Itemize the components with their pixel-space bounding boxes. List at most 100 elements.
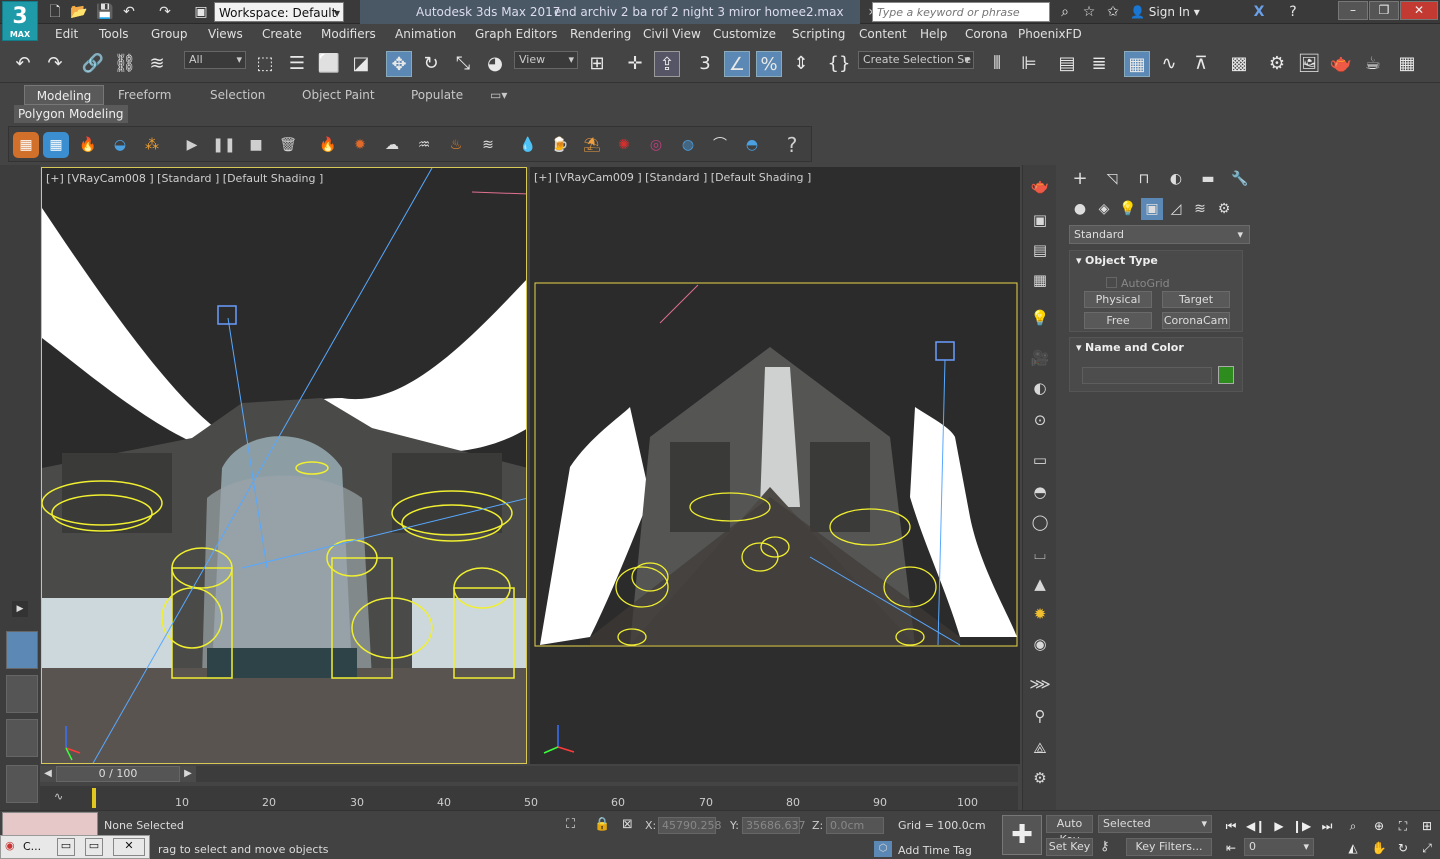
coronacam-button[interactable]: CoronaCam (1162, 312, 1230, 329)
link-icon[interactable]: 🔗 (80, 51, 106, 77)
help-icon[interactable]: ? (779, 132, 805, 158)
viewport-right-label[interactable]: [+] [VRayCam009 ] [Standard ] [Default S… (534, 171, 811, 184)
next-frame-arrow-icon[interactable]: ▶ (180, 766, 196, 782)
absolute-mode-icon[interactable]: ⊠ (622, 817, 633, 832)
menu-create[interactable]: Create (262, 24, 302, 45)
menu-phoenixfd[interactable]: PhoenixFD (1018, 24, 1082, 45)
plane-icon[interactable]: ▭ (1027, 447, 1053, 473)
blood-preset-icon[interactable]: ✺ (611, 132, 637, 158)
ribbon-options-icon[interactable]: ▭▾ (482, 85, 515, 105)
pause-icon[interactable]: ❚❚ (211, 132, 237, 158)
grid-icon[interactable]: ⋙ (1027, 671, 1053, 697)
pan-view-icon[interactable]: ✋ (1370, 839, 1388, 857)
systems-category-icon[interactable]: ⚙ (1213, 198, 1235, 220)
pool-preset-icon[interactable]: ◓ (739, 132, 765, 158)
snaps-toggle-icon[interactable]: 3 (692, 51, 718, 77)
autogrid-checkbox[interactable]: AutoGrid (1106, 277, 1170, 290)
tab-freeform[interactable]: Freeform (110, 85, 179, 105)
taskbar-maximize-icon[interactable]: ▭ (85, 838, 103, 856)
exchange-icon[interactable]: X (1250, 3, 1268, 21)
object-type-title[interactable]: Object Type (1076, 254, 1158, 267)
menu-corona[interactable]: Corona (965, 24, 1008, 45)
app-logo[interactable]: 3 MAX (2, 1, 38, 41)
particles-icon[interactable]: ⁂ (139, 132, 165, 158)
go-to-end-icon[interactable]: ⏭ (1318, 817, 1336, 835)
menu-rendering[interactable]: Rendering (570, 24, 631, 45)
vray-camera-icon[interactable]: ⊙ (1027, 407, 1053, 433)
material-editor-icon[interactable]: ▩ (1226, 51, 1252, 77)
save-icon[interactable]: 💾 (96, 3, 114, 21)
splash-preset-icon[interactable]: ⛱ (579, 132, 605, 158)
menu-content[interactable]: Content (859, 24, 907, 45)
cone-icon[interactable]: ▲ (1027, 571, 1053, 597)
water-preset-icon[interactable]: ◍ (675, 132, 701, 158)
fire-preset-icon[interactable]: 🔥 (315, 132, 341, 158)
favorites-icon[interactable]: ✩ (1104, 3, 1122, 21)
workspace-select[interactable]: Workspace: Default (214, 2, 344, 23)
pyramid-icon[interactable]: ⟁ (1027, 735, 1053, 761)
object-color-swatch[interactable] (1218, 366, 1234, 384)
binoculars-icon[interactable]: ⌕ (1056, 3, 1074, 21)
redo-icon[interactable]: ↷ (42, 51, 68, 77)
orbit-icon[interactable]: ↻ (1394, 839, 1412, 857)
selection-lock-icon[interactable]: 🔒 (594, 817, 610, 832)
sun-icon[interactable]: ✹ (1027, 601, 1053, 627)
unlink-icon[interactable]: ⛓ (112, 51, 138, 77)
restore-button[interactable]: ❐ (1369, 1, 1399, 20)
schematic-view-icon[interactable]: ⊼ (1188, 51, 1214, 77)
search-input[interactable] (872, 2, 1050, 22)
document-icon[interactable]: ▤ (1027, 237, 1053, 263)
close-button[interactable]: ✕ (1400, 1, 1438, 20)
menu-customize[interactable]: Customize (713, 24, 776, 45)
layout-single[interactable] (6, 675, 38, 713)
menu-civil-view[interactable]: Civil View (643, 24, 701, 45)
dome-light-icon[interactable]: ◐ (1027, 375, 1053, 401)
menu-scripting[interactable]: Scripting (792, 24, 845, 45)
name-and-color-title[interactable]: Name and Color (1076, 341, 1184, 354)
sign-in-button[interactable]: 👤 Sign In ▾ (1130, 0, 1200, 24)
polygon-modeling-panel[interactable]: Polygon Modeling (14, 105, 128, 123)
basket-icon[interactable]: ⌴ (1027, 541, 1053, 567)
expand-arrow-icon[interactable]: ▶ (12, 601, 28, 617)
mirror-icon[interactable]: ⫴ (984, 51, 1010, 77)
hierarchy-tab-icon[interactable]: ⊓ (1131, 167, 1157, 191)
previous-key-icon[interactable]: ◀❙ (1246, 817, 1265, 835)
next-key-icon[interactable]: ❙▶ (1292, 817, 1311, 835)
tab-modeling[interactable]: Modeling (24, 85, 104, 105)
key-selection-set-select[interactable]: Selected (1098, 815, 1212, 833)
minimize-button[interactable]: – (1338, 1, 1368, 20)
menu-tools[interactable]: Tools (99, 24, 129, 45)
scene-explorer-icon[interactable]: ▤ (1054, 51, 1080, 77)
selection-filter-select[interactable]: All (184, 51, 246, 69)
target-camera-button[interactable]: Target (1162, 291, 1230, 308)
object-name-input[interactable] (1082, 367, 1212, 384)
viewport-right[interactable]: [+] [VRayCam009 ] [Standard ] [Default S… (530, 167, 1020, 764)
pivot-center-icon[interactable]: ⊞ (584, 51, 610, 77)
track-bar[interactable]: ∿ 10 20 30 40 50 60 70 80 90 100 (40, 786, 1018, 810)
layout-alt[interactable] (6, 719, 38, 757)
tab-object-paint[interactable]: Object Paint (294, 85, 383, 105)
keyboard-shortcut-override-icon[interactable]: ⇪ (654, 51, 680, 77)
previous-frame-arrow-icon[interactable]: ◀ (40, 766, 56, 782)
menu-edit[interactable]: Edit (55, 24, 78, 45)
delete-cache-icon[interactable]: 🗑 (275, 132, 301, 158)
align-icon[interactable]: ⊫ (1016, 51, 1042, 77)
select-by-name-icon[interactable]: ☰ (284, 51, 310, 77)
select-manipulate-icon[interactable]: ✛ (622, 51, 648, 77)
render-icon[interactable]: 🫖 (1328, 51, 1354, 77)
camera-icon[interactable]: 🎥 (1027, 345, 1053, 371)
render-region-icon[interactable]: ▦ (1394, 51, 1420, 77)
liquid-pour-icon[interactable]: 💧 (515, 132, 541, 158)
taskbar-item[interactable]: ◉ C... ▭ ▭ ✕ (0, 835, 150, 859)
y-coordinate-field[interactable]: 35686.637 (742, 817, 806, 834)
disc-icon[interactable]: ◉ (1027, 631, 1053, 657)
zoom-all-icon[interactable]: ⊕ (1370, 817, 1388, 835)
help-icon[interactable]: ? (1284, 3, 1302, 21)
taskbar-restore-icon[interactable]: ▭ (57, 838, 75, 856)
play-icon[interactable]: ▶ (1270, 817, 1288, 835)
smoke-preset-icon[interactable]: ☁ (379, 132, 405, 158)
time-tag-icon[interactable]: ⬡ (874, 841, 892, 857)
light-icon[interactable]: 💡 (1027, 305, 1053, 331)
beer-preset-icon[interactable]: 🍺 (547, 132, 573, 158)
fire-smoke-grid-icon[interactable]: ▦ (13, 132, 39, 158)
